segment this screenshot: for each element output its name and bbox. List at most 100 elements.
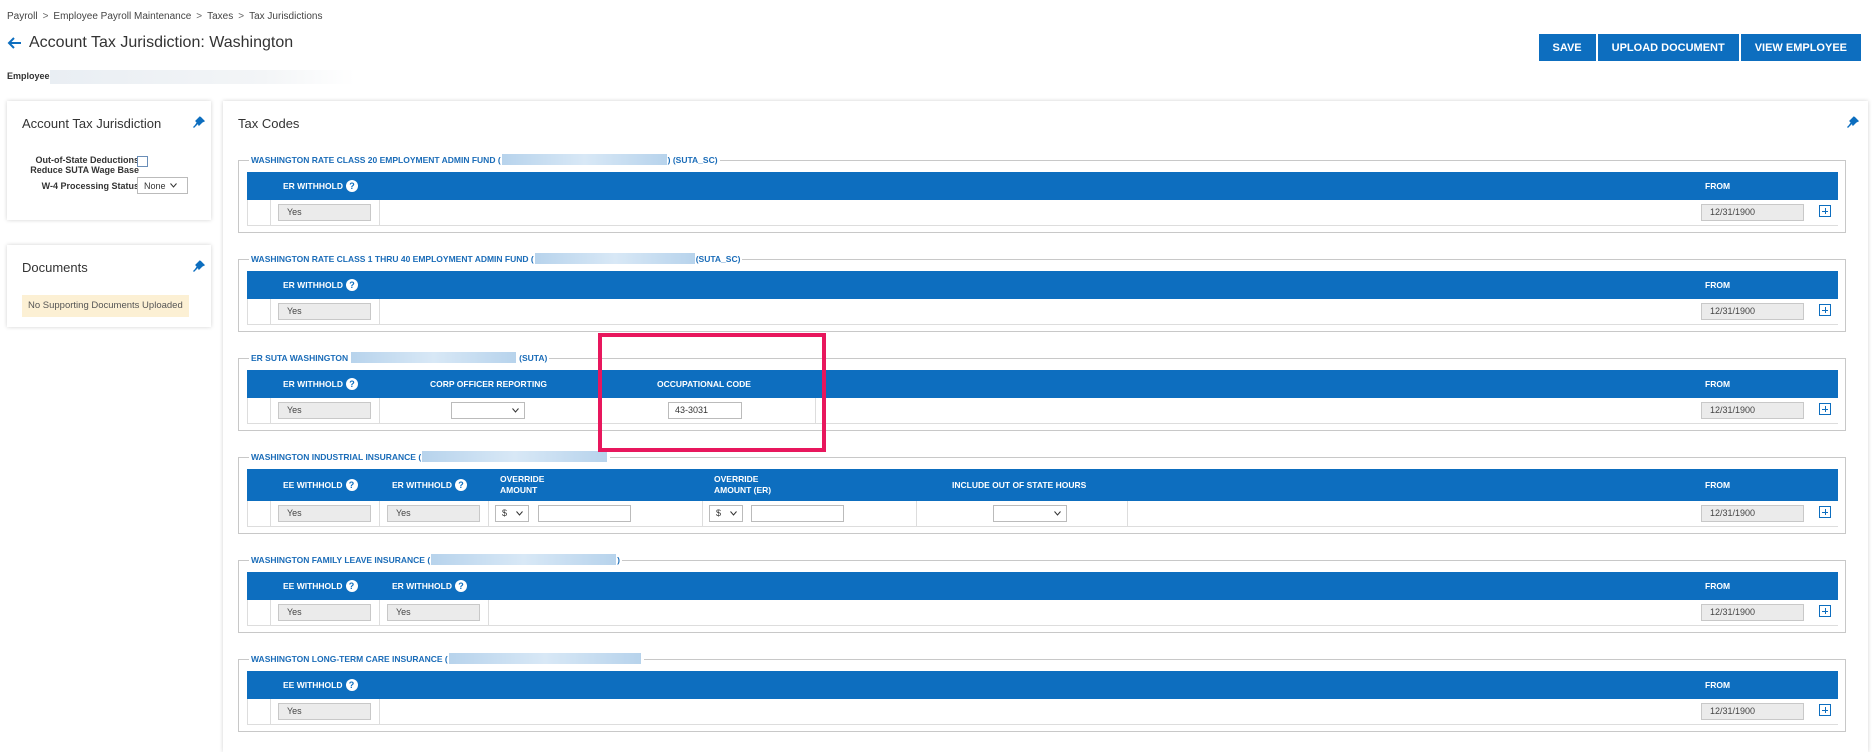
er-withhold-header: ER WITHHOLD? [283, 271, 358, 299]
help-icon[interactable]: ? [345, 479, 358, 491]
header-label: EE WITHHOLD [283, 479, 343, 490]
header-label: ER WITHHOLD [283, 279, 343, 290]
table-row: Yes Yes 12/31/1900 [247, 600, 1838, 626]
out-of-state-deductions-checkbox[interactable] [137, 156, 148, 167]
select-value: $ [502, 508, 508, 518]
header-label: FROM [1705, 180, 1731, 191]
er-withhold-header: ER WITHHOLD? [283, 172, 358, 200]
add-row-icon[interactable] [1819, 304, 1831, 316]
er-withhold-value: Yes [387, 604, 480, 621]
from-header: FROM [1705, 172, 1730, 200]
breadcrumb: Payroll > Employee Payroll Maintenance > Tax… [7, 11, 322, 22]
help-icon[interactable]: ? [345, 180, 358, 192]
header-label: INCLUDE OUT OF STATE HOURS [952, 479, 1087, 490]
employee-label: Employee [7, 71, 50, 81]
select-value: None [144, 180, 166, 191]
add-row-icon[interactable] [1819, 704, 1831, 716]
help-icon[interactable]: ? [345, 580, 358, 592]
add-row-icon[interactable] [1819, 403, 1831, 415]
add-row-icon[interactable] [1819, 506, 1831, 518]
er-withhold-value: Yes [387, 505, 480, 522]
pin-icon[interactable] [1847, 116, 1859, 128]
section-legend: WASHINGTON INDUSTRIAL INSURANCE ( [249, 451, 611, 462]
account-tax-jurisdiction-panel: Account Tax Jurisdiction Out-of-State De… [7, 101, 211, 220]
tax-section-rate-class-20: WASHINGTON RATE CLASS 20 EMPLOYMENT ADMI… [238, 154, 1846, 233]
ee-withhold-value: Yes [278, 703, 371, 720]
page-header: Account Tax Jurisdiction: Washington [7, 34, 293, 52]
redacted-code [501, 154, 667, 165]
column-divider [601, 398, 602, 423]
from-header: FROM [1705, 572, 1730, 600]
section-legend: WASHINGTON FAMILY LEAVE INSURANCE ( ) [249, 554, 622, 565]
no-documents-notice: No Supporting Documents Uploaded [22, 295, 189, 317]
header-label: ER WITHHOLD [392, 580, 452, 591]
save-button[interactable]: SAVE [1538, 34, 1596, 61]
override-type-select[interactable]: $ [495, 505, 529, 522]
header-label: ER WITHHOLD [283, 180, 343, 191]
table-row: Yes 12/31/1900 [247, 299, 1838, 325]
override-amount-input[interactable] [538, 505, 631, 522]
table-row: Yes 43-3031 12/31/1900 [247, 398, 1838, 424]
corp-officer-reporting-select[interactable] [451, 402, 525, 419]
section-header: ER WITHHOLD? CORP OFFICER REPORTING OCCU… [247, 370, 1838, 398]
header-label: AMOUNT (ER) [714, 485, 772, 495]
redacted-code [351, 352, 517, 363]
header-label: OCCUPATIONAL CODE [657, 378, 751, 389]
w4-processing-status-select[interactable]: None [137, 177, 188, 194]
chevron-down-icon [1054, 511, 1061, 516]
help-icon[interactable]: ? [345, 378, 358, 390]
legend-text: (SUTA_SC) [695, 253, 741, 264]
override-er-type-select[interactable]: $ [709, 505, 743, 522]
help-icon[interactable]: ? [454, 580, 467, 592]
header-label: ER WITHHOLD [392, 479, 452, 490]
tax-section-rate-class-1-thru-40: WASHINGTON RATE CLASS 1 THRU 40 EMPLOYME… [238, 253, 1846, 332]
add-row-icon[interactable] [1819, 205, 1831, 217]
breadcrumb-taxes[interactable]: Taxes [207, 11, 233, 22]
column-divider [702, 501, 703, 526]
er-withhold-header: ER WITHHOLD? [392, 469, 467, 501]
header-label: EE WITHHOLD [283, 679, 343, 690]
view-employee-button[interactable]: VIEW EMPLOYEE [1740, 34, 1861, 61]
ee-withhold-header: EE WITHHOLD? [283, 671, 358, 699]
from-header: FROM [1705, 370, 1730, 398]
label-line: Reduce SUTA Wage Base [30, 165, 139, 175]
breadcrumb-tax-jurisdictions: Tax Jurisdictions [249, 11, 323, 22]
breadcrumb-separator: > [42, 11, 49, 22]
legend-text: WASHINGTON RATE CLASS 20 EMPLOYMENT ADMI… [251, 154, 501, 165]
override-amount-er-input[interactable] [751, 505, 844, 522]
table-row: Yes 12/31/1900 [247, 200, 1838, 226]
pin-icon[interactable] [193, 260, 205, 272]
column-divider [379, 200, 380, 225]
column-divider [379, 600, 380, 625]
pin-icon[interactable] [193, 116, 205, 128]
legend-text: WASHINGTON RATE CLASS 1 THRU 40 EMPLOYME… [251, 253, 534, 264]
ee-withhold-value: Yes [278, 505, 371, 522]
override-amount-header: OVERRIDE AMOUNT [500, 469, 544, 501]
include-out-of-state-hours-select[interactable] [993, 505, 1067, 522]
section-header: EE WITHHOLD? ER WITHHOLD? OVERRIDE AMOUNT… [247, 469, 1838, 501]
er-withhold-header: ER WITHHOLD? [283, 370, 358, 398]
help-icon[interactable]: ? [345, 679, 358, 691]
section-legend: ER SUTA WASHINGTON (SUTA) [249, 352, 550, 363]
chevron-down-icon [730, 511, 737, 516]
column-divider [270, 200, 271, 225]
redacted-code [431, 554, 617, 565]
section-legend: WASHINGTON LONG-TERM CARE INSURANCE ( [249, 653, 644, 664]
column-divider [488, 501, 489, 526]
column-divider [379, 398, 380, 423]
documents-panel: Documents No Supporting Documents Upload… [7, 245, 211, 327]
legend-text: ) [617, 554, 620, 565]
occupational-code-input[interactable]: 43-3031 [668, 402, 742, 419]
redacted-code [448, 653, 641, 664]
help-icon[interactable]: ? [345, 279, 358, 291]
ee-withhold-header: EE WITHHOLD? [283, 469, 358, 501]
chevron-down-icon [169, 183, 177, 188]
column-divider [270, 501, 271, 526]
breadcrumb-employee-payroll-maintenance[interactable]: Employee Payroll Maintenance [53, 11, 191, 22]
er-withhold-value: Yes [278, 303, 371, 320]
back-arrow-icon[interactable] [7, 35, 23, 51]
breadcrumb-payroll[interactable]: Payroll [7, 11, 38, 22]
add-row-icon[interactable] [1819, 605, 1831, 617]
upload-document-button[interactable]: UPLOAD DOCUMENT [1597, 34, 1739, 61]
help-icon[interactable]: ? [454, 479, 467, 491]
